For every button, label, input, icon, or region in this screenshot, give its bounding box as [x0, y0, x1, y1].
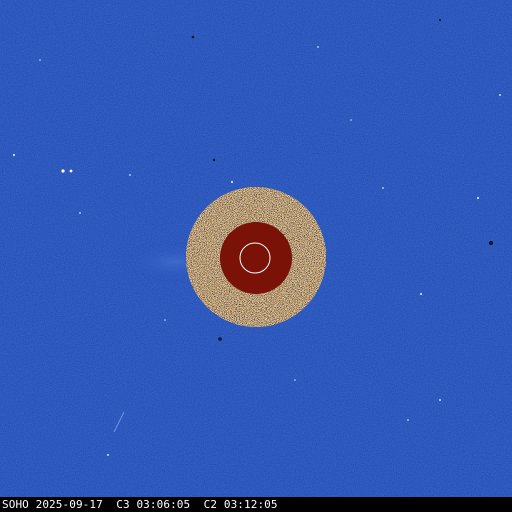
timestamp-caption: SOHO 2025-09-17 C3 03:06:05 C2 03:12:05 — [2, 498, 278, 511]
caption-bar: SOHO 2025-09-17 C3 03:06:05 C2 03:12:05 — [0, 497, 512, 512]
coronagraph-image — [0, 0, 512, 497]
occulter-disk — [220, 222, 292, 294]
